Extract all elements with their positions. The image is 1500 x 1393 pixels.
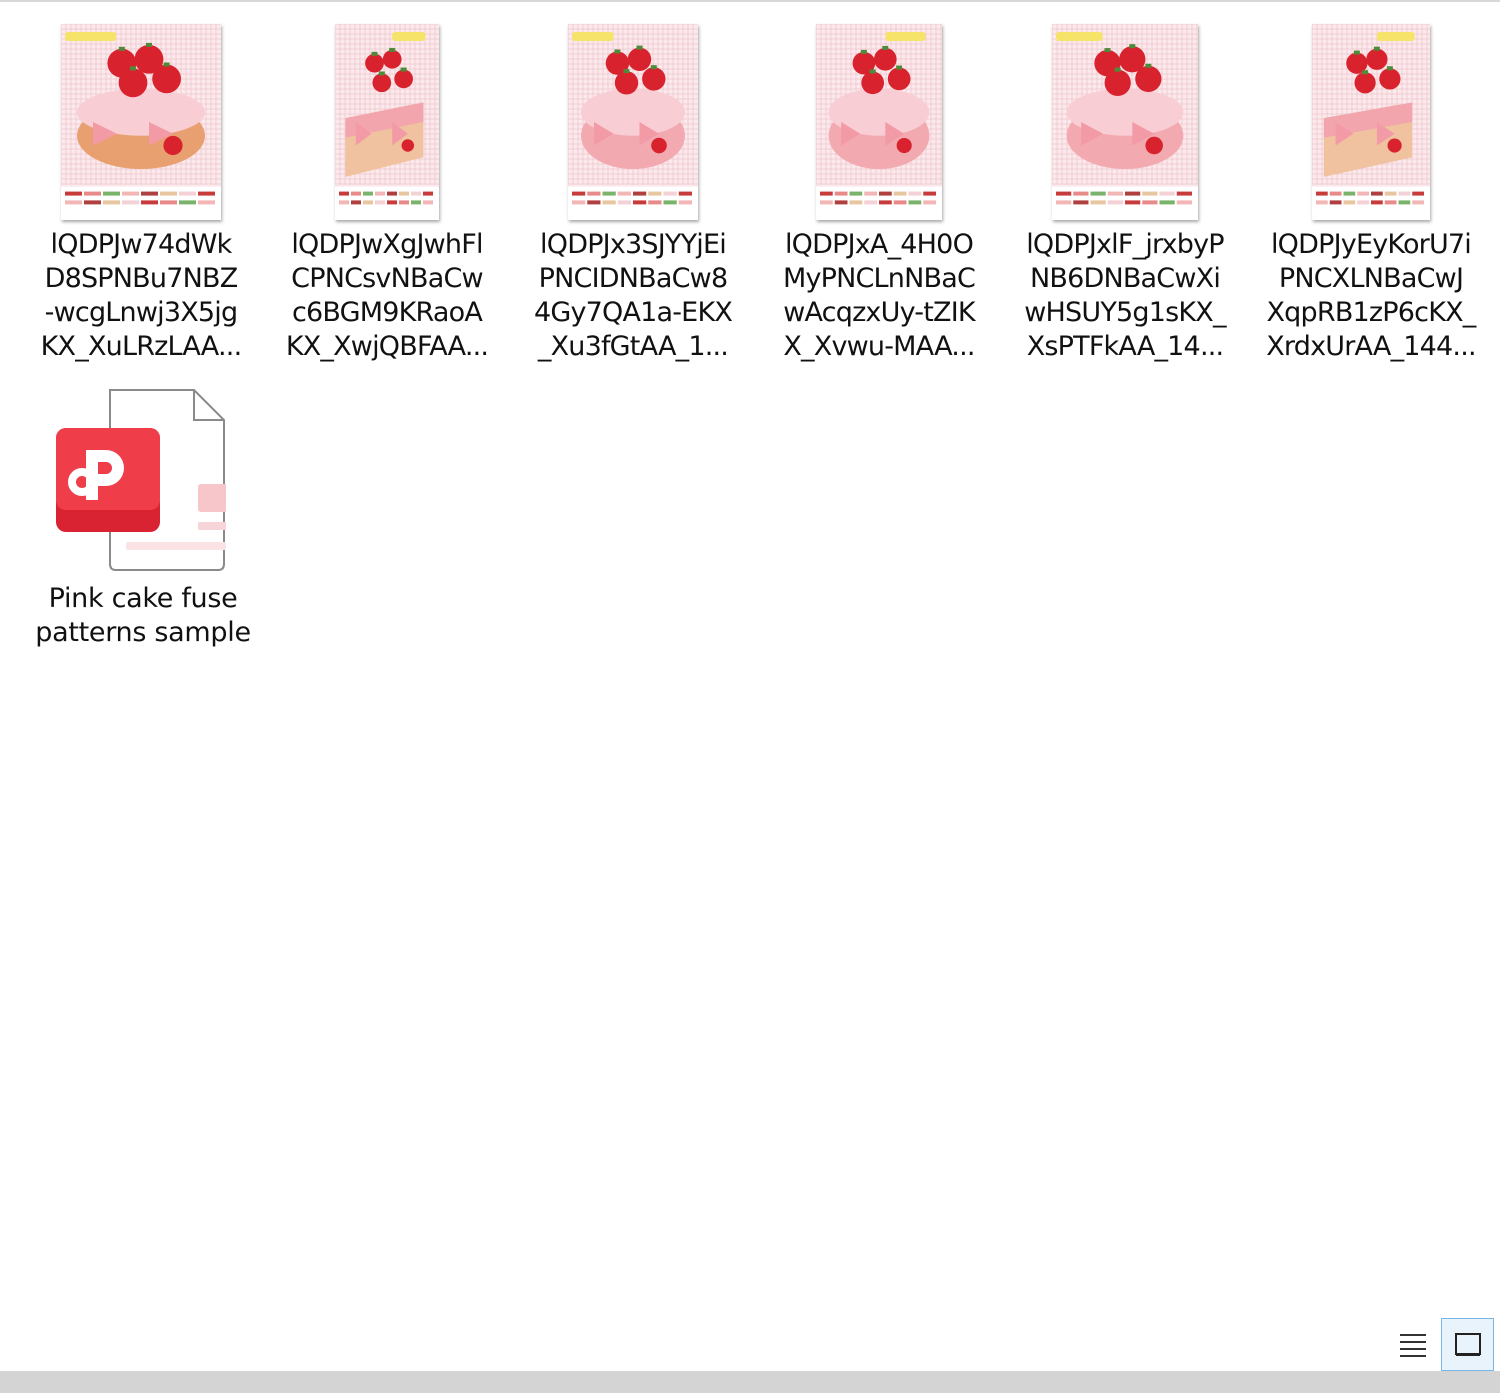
image-thumbnail (568, 24, 698, 220)
thumbnail-art (1312, 24, 1430, 220)
status-bar (0, 1371, 1500, 1393)
details-view-icon (1400, 1334, 1426, 1357)
file-name-label: lQDPJx3SJYYjEi PNCIDNBaCw8 4Gy7QA1a-EKX … (533, 229, 733, 362)
large-icons-view-icon (1454, 1332, 1481, 1356)
image-thumbnail (61, 24, 221, 220)
thumbnail-art (335, 24, 439, 220)
pdf-file-svg (56, 389, 228, 571)
pdf-document-icon (56, 388, 228, 574)
thumbnail-art (568, 24, 698, 220)
file-name-label: Pink cake fuse patterns sample (35, 583, 251, 648)
file-name-label: lQDPJxA_4H0O MyPNCLnNBaC wAcqzxUy-tZIK X… (782, 229, 976, 362)
thumbnail-art (61, 24, 221, 220)
file-name-label: lQDPJwXgJwhFl CPNCsvNBaCw c6BGM9KRaoA KX… (285, 229, 489, 362)
image-thumbnail (335, 24, 439, 220)
image-thumbnail (1312, 24, 1430, 220)
large-icons-view-button[interactable] (1441, 1318, 1494, 1371)
top-border (0, 0, 1500, 2)
file-explorer-window: lQDPJw74dWk D8SPNBu7NBZ -wcgLnwj3X5jg KX… (0, 0, 1500, 1393)
file-name-label: lQDPJyEyKorU7i PNCXLNBaCwJ XqpRB1zP6cKX_… (1266, 229, 1476, 362)
file-name-label: lQDPJxlF_jrxbyP NB6DNBaCwXi wHSUY5g1sKX_… (1024, 229, 1226, 362)
file-name-label: lQDPJw74dWk D8SPNBu7NBZ -wcgLnwj3X5jg KX… (40, 229, 243, 362)
image-thumbnail (1052, 24, 1198, 220)
image-thumbnail (816, 24, 942, 220)
details-view-button[interactable] (1388, 1320, 1438, 1370)
thumbnail-art (816, 24, 942, 220)
thumbnail-art (1052, 24, 1198, 220)
